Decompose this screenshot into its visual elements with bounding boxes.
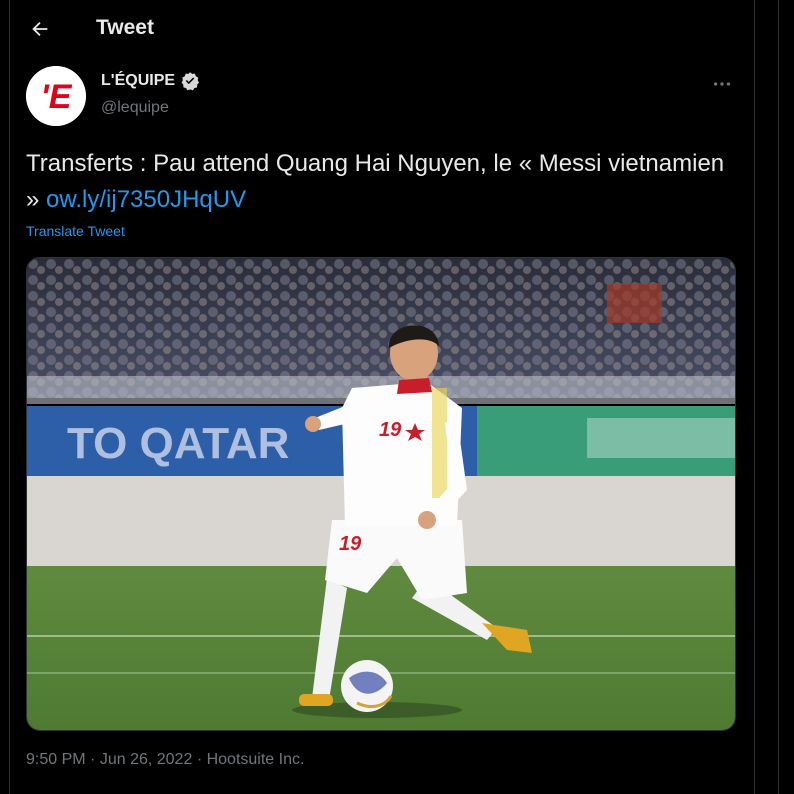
author-handle[interactable]: @lequipe [101, 99, 169, 117]
tweet-metadata: 9:50 PM · Jun 26, 2022 · Hootsuite Inc. [26, 751, 304, 769]
meta-separator: · [90, 751, 96, 768]
avatar[interactable]: 'E [26, 66, 86, 126]
tweet-photo[interactable]: TO QATAR 19 19 [26, 257, 736, 731]
verified-badge-icon [181, 72, 200, 91]
tweet-source[interactable]: Hootsuite Inc. [207, 751, 305, 768]
arrow-left-icon [32, 21, 48, 37]
page-title: Tweet [96, 16, 154, 39]
more-dots-icon [713, 82, 731, 86]
shorts-number: 19 [339, 533, 362, 555]
more-options-button[interactable] [710, 72, 734, 96]
meta-separator: · [196, 751, 203, 768]
author-name-row[interactable]: L'ÉQUIPE [101, 71, 200, 91]
sidebar-divider [778, 0, 779, 794]
shirt-number: 19 [379, 419, 402, 441]
svg-text:'E: 'E [41, 78, 73, 116]
football-player-photo: TO QATAR 19 19 [27, 258, 735, 730]
author-name[interactable]: L'ÉQUIPE [101, 72, 175, 90]
banner-text: TO QATAR [67, 419, 289, 468]
back-button[interactable] [26, 15, 54, 43]
page: Tweet 'E L'ÉQUIPE @lequipe Transferts : … [0, 0, 794, 794]
tweet-date[interactable]: Jun 26, 2022 [100, 751, 193, 768]
tweet-link[interactable]: ow.ly/ij7350JHqUV [46, 186, 246, 213]
header: Tweet [10, 0, 754, 58]
tweet-time[interactable]: 9:50 PM [26, 751, 86, 768]
translate-tweet-link[interactable]: Translate Tweet [26, 223, 125, 239]
tweet-text: Transferts : Pau attend Quang Hai Nguyen… [26, 146, 736, 218]
tweet-column: Tweet 'E L'ÉQUIPE @lequipe Transferts : … [9, 0, 755, 794]
lequipe-logo-icon: 'E [26, 66, 86, 126]
